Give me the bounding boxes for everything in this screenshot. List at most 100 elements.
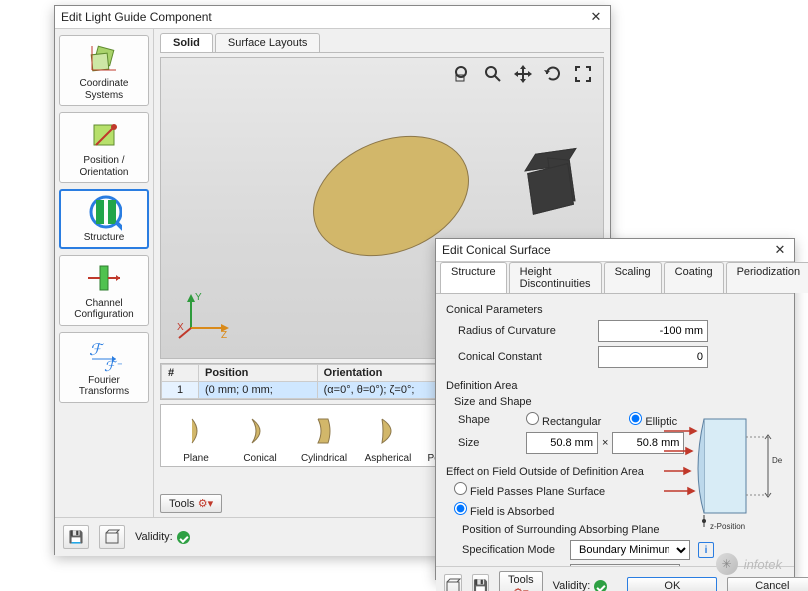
- sidebar-item-structure[interactable]: Structure: [59, 189, 149, 249]
- svg-text:Y: Y: [195, 292, 202, 303]
- svg-text:X: X: [177, 322, 184, 333]
- constant-input[interactable]: [598, 346, 708, 368]
- sidebar-item-label: Coordinate Systems: [62, 78, 146, 101]
- zoom-area-icon[interactable]: [453, 64, 473, 84]
- tab-coating[interactable]: Coating: [664, 262, 724, 293]
- tools-icon: ⚙▾: [513, 587, 528, 591]
- size-sep: ×: [602, 437, 608, 449]
- sidebar-item-label: Channel Configuration: [62, 298, 146, 321]
- sidebar-item-position[interactable]: Position / Orientation: [59, 112, 149, 183]
- conical-window: Edit Conical Surface ✕ Structure Height …: [435, 238, 795, 580]
- tab-surface-layouts[interactable]: Surface Layouts: [215, 33, 321, 52]
- tools-icon: ⚙▾: [198, 498, 213, 510]
- tab-structure[interactable]: Structure: [440, 262, 507, 293]
- viewport-toolbar: [453, 64, 593, 84]
- shape-label: Shape: [458, 414, 518, 426]
- info-icon[interactable]: i: [698, 542, 714, 558]
- gallery-label: Cylindrical: [301, 453, 347, 464]
- radio-passes[interactable]: Field Passes Plane Surface: [454, 482, 605, 498]
- fullscreen-icon[interactable]: [573, 64, 593, 84]
- cylindrical-icon: [304, 411, 344, 451]
- spec-label: Specification Mode: [462, 544, 562, 556]
- svg-text:Def. Area: Def. Area: [772, 456, 782, 465]
- box-icon[interactable]: [99, 525, 125, 549]
- tools-button[interactable]: Tools ⚙▾: [499, 571, 543, 591]
- size-label: Size: [458, 437, 518, 449]
- validity-indicator: Validity:: [135, 531, 190, 544]
- zoom-icon[interactable]: [483, 64, 503, 84]
- check-icon: [177, 531, 190, 544]
- svg-text:Z: Z: [221, 330, 227, 341]
- sidebar-item-coord[interactable]: Coordinate Systems: [59, 35, 149, 106]
- close-icon[interactable]: ✕: [588, 9, 604, 25]
- structure-icon: [86, 194, 122, 230]
- side-tabs: Coordinate Systems Position / Orientatio…: [55, 29, 154, 517]
- radio-passes-label: Field Passes Plane Surface: [470, 486, 605, 498]
- check-icon: [594, 580, 607, 591]
- gallery-label: Plane: [183, 453, 209, 464]
- radio-rect[interactable]: Rectangular: [526, 412, 601, 428]
- conical-title: Edit Conical Surface: [442, 243, 772, 257]
- validity-label: Validity:: [135, 531, 173, 543]
- close-icon[interactable]: ✕: [772, 242, 788, 258]
- cell-idx: 1: [162, 382, 199, 399]
- wechat-icon: ✳: [716, 553, 738, 575]
- gallery-item-cylindrical[interactable]: Cylindrical: [293, 411, 355, 464]
- sidebar-item-channel[interactable]: Channel Configuration: [59, 255, 149, 326]
- coord-systems-icon: [86, 40, 122, 76]
- reset-icon[interactable]: [543, 64, 563, 84]
- sidebar-item-fourier[interactable]: ℱℱ⁻¹ Fourier Transforms: [59, 332, 149, 403]
- definition-diagram: Def. Area z-Position: [652, 411, 782, 531]
- nav-cube[interactable]: [524, 159, 576, 211]
- radius-input[interactable]: [598, 320, 708, 342]
- axes-triad-icon: Y Z X: [177, 282, 237, 342]
- ok-button[interactable]: OK: [627, 577, 717, 591]
- col-idx[interactable]: #: [162, 365, 199, 382]
- pan-icon[interactable]: [513, 64, 533, 84]
- sidebar-item-label: Position / Orientation: [62, 155, 146, 178]
- main-titlebar: Edit Light Guide Component ✕: [55, 6, 610, 29]
- gallery-item-aspherical[interactable]: Aspherical: [357, 411, 419, 464]
- radio-rect-label: Rectangular: [542, 416, 601, 428]
- radio-absorbed-label: Field is Absorbed: [470, 506, 554, 518]
- tab-scaling[interactable]: Scaling: [604, 262, 662, 293]
- gallery-item-plane[interactable]: Plane: [165, 411, 227, 464]
- tab-height[interactable]: Height Discontinuities: [509, 262, 602, 293]
- view-tabs: Solid Surface Layouts: [160, 33, 604, 53]
- gallery-item-conical[interactable]: Conical: [229, 411, 291, 464]
- gallery-label: Conical: [243, 453, 276, 464]
- size-w-input[interactable]: [526, 432, 598, 454]
- col-position[interactable]: Position: [199, 365, 318, 382]
- watermark-text: infotek: [744, 557, 782, 572]
- plane-icon: [176, 411, 216, 451]
- constant-label: Conical Constant: [458, 351, 590, 363]
- save-icon[interactable]: 💾: [63, 525, 89, 549]
- tools-label: Tools: [508, 574, 534, 586]
- tools-button[interactable]: Tools ⚙▾: [160, 494, 222, 513]
- watermark: ✳ infotek: [716, 553, 782, 575]
- tab-periodization[interactable]: Periodization: [726, 262, 808, 293]
- spec-select[interactable]: Boundary Minimum: [570, 540, 690, 560]
- aspherical-icon: [368, 411, 408, 451]
- validity-indicator: Validity:: [553, 580, 608, 591]
- conical-icon: [240, 411, 280, 451]
- position-icon: [86, 117, 122, 153]
- cancel-button[interactable]: Cancel: [727, 577, 808, 591]
- radius-label: Radius of Curvature: [458, 325, 590, 337]
- z-input: [570, 564, 680, 566]
- tab-solid[interactable]: Solid: [160, 33, 213, 52]
- cell-pos: (0 mm; 0 mm;: [199, 382, 318, 399]
- channel-icon: [86, 260, 122, 296]
- save-icon[interactable]: 💾: [472, 574, 489, 591]
- radio-absorbed[interactable]: Field is Absorbed: [454, 502, 554, 518]
- svg-text:ℱ⁻¹: ℱ⁻¹: [104, 358, 122, 373]
- group-conical: Conical Parameters: [446, 304, 784, 316]
- svg-text:z-Position: z-Position: [710, 522, 745, 531]
- sidebar-item-label: Fourier Transforms: [62, 375, 146, 398]
- svg-text:ℱ: ℱ: [89, 342, 105, 359]
- subgroup-sizeshape: Size and Shape: [454, 396, 784, 408]
- box-icon[interactable]: [444, 574, 462, 591]
- fourier-icon: ℱℱ⁻¹: [86, 337, 122, 373]
- main-title: Edit Light Guide Component: [61, 10, 588, 24]
- gallery-label: Aspherical: [365, 453, 412, 464]
